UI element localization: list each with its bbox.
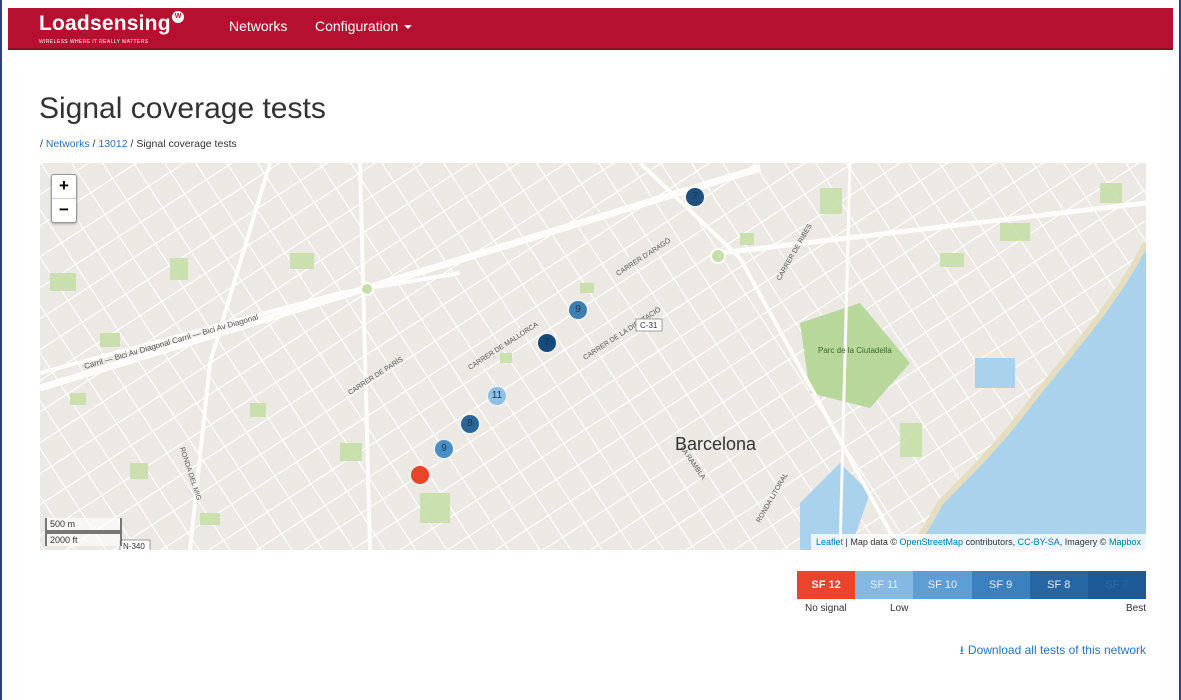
- breadcrumb-separator: /: [92, 138, 96, 150]
- test-marker[interactable]: 11: [488, 387, 506, 405]
- test-marker[interactable]: 9: [435, 440, 453, 458]
- map-label-n340: N-340: [123, 542, 145, 550]
- attribution-text: , Imagery ©: [1059, 537, 1107, 547]
- legend-caption-best: Best: [1125, 603, 1146, 614]
- zoom-in-button[interactable]: +: [52, 175, 76, 198]
- nav-networks[interactable]: Networks: [229, 18, 287, 34]
- breadcrumb-separator: /: [40, 138, 43, 150]
- map-label-park: Parc de la Ciutadella: [818, 346, 892, 355]
- breadcrumb: / Networks / 13012 / Signal coverage tes…: [40, 138, 237, 150]
- legend-sf7: SF 7: [1087, 571, 1147, 599]
- openstreetmap-link[interactable]: OpenStreetMap: [900, 537, 964, 547]
- legend-sf11: SF 11: [855, 571, 914, 599]
- nav-configuration-label: Configuration: [315, 18, 399, 34]
- map-label-c31: C-31: [640, 321, 658, 330]
- legend-sf8: SF 8: [1029, 571, 1088, 599]
- breadcrumb-current: Signal coverage tests: [136, 138, 237, 150]
- scale-imperial: 2000 ft: [45, 532, 122, 546]
- legend-sf12: SF 12: [797, 571, 856, 599]
- breadcrumb-network-id[interactable]: 13012: [98, 138, 127, 150]
- breadcrumb-networks[interactable]: Networks: [46, 138, 90, 150]
- test-marker[interactable]: 7: [686, 188, 704, 206]
- breadcrumb-separator: /: [130, 138, 134, 150]
- map-attribution: Leaflet | Map data © OpenStreetMap contr…: [810, 534, 1146, 550]
- download-all-tests-link[interactable]: ⭳ Download all tests of this network: [960, 641, 1146, 662]
- nav-configuration-dropdown[interactable]: Configuration: [315, 18, 413, 34]
- brand-logo[interactable]: Loadsensing W WIRELESS WHERE IT REALLY M…: [39, 11, 184, 45]
- test-marker[interactable]: 9: [569, 301, 587, 319]
- download-label: Download all tests of this network: [967, 643, 1146, 657]
- map-label-city: Barcelona: [675, 434, 757, 454]
- zoom-control: + −: [51, 174, 77, 223]
- test-marker[interactable]: 8: [461, 415, 479, 433]
- legend-sf10: SF 10: [913, 571, 972, 599]
- window-frame-left: [0, 0, 2, 700]
- cc-by-sa-link[interactable]: CC-BY-SA: [1018, 537, 1060, 547]
- legend-caption-low: Low: [890, 603, 909, 614]
- legend-sf9: SF 9: [971, 571, 1030, 599]
- chevron-down-icon: [404, 25, 413, 30]
- map-scale: 500 m 2000 ft: [45, 518, 122, 546]
- leaflet-link[interactable]: Leaflet: [816, 537, 843, 547]
- spreading-factor-legend: SF 12 SF 11 SF 10 SF 9 SF 8 SF 7: [797, 571, 1147, 599]
- mapbox-link[interactable]: Mapbox: [1109, 537, 1141, 547]
- page-title: Signal coverage tests: [39, 92, 326, 125]
- test-marker[interactable]: 7: [538, 334, 556, 352]
- coverage-map[interactable]: Carril — Bici Av Diagonal Carril — Bici …: [40, 163, 1146, 550]
- attribution-text: | Map data ©: [845, 537, 897, 547]
- test-marker[interactable]: [411, 466, 429, 484]
- legend-caption-no-signal: No signal: [805, 603, 847, 614]
- attribution-text: contributors,: [965, 537, 1016, 547]
- top-navbar: Loadsensing W WIRELESS WHERE IT REALLY M…: [8, 8, 1173, 50]
- brand-badge-icon: W: [172, 11, 184, 23]
- legend-captions: No signal Low Best: [797, 603, 1146, 617]
- map-tiles: Carril — Bici Av Diagonal Carril — Bici …: [40, 163, 1146, 550]
- download-icon: ⭳: [959, 643, 964, 657]
- brand-name: Loadsensing: [39, 12, 171, 35]
- scale-metric: 500 m: [45, 518, 122, 532]
- brand-tagline: WIRELESS WHERE IT REALLY MATTERS: [39, 39, 149, 45]
- zoom-out-button[interactable]: −: [52, 198, 76, 222]
